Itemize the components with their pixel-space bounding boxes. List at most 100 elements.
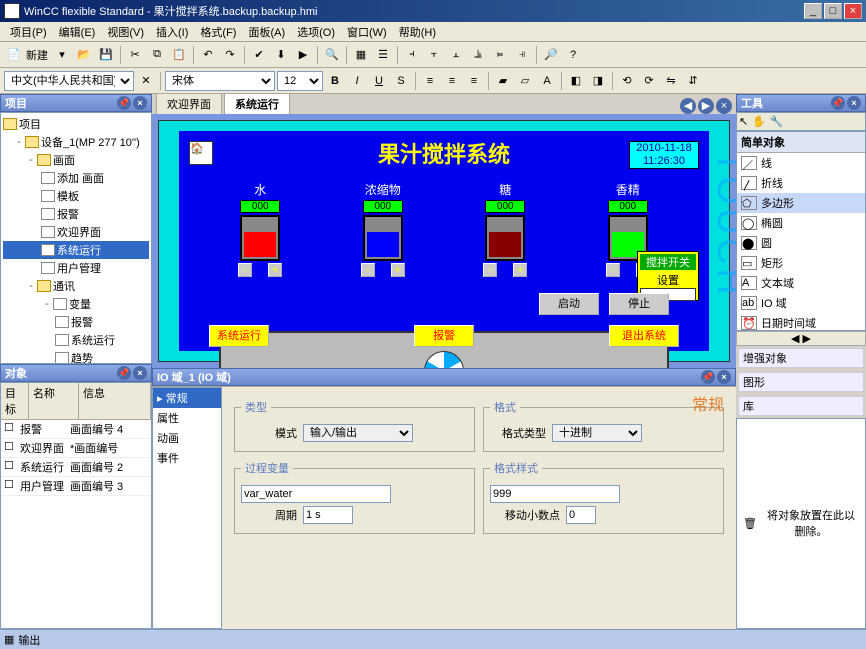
start-button[interactable]: 启动 [539,293,599,315]
menu-insert[interactable]: 插入(I) [150,22,194,42]
tool-rect[interactable]: ▭矩形 [737,253,865,273]
grid-icon[interactable]: ▦ [351,45,371,65]
menu-edit[interactable]: 编辑(E) [53,22,102,42]
tool-iofield[interactable]: abIO 域 [737,293,865,313]
project-close-icon[interactable]: × [133,96,147,110]
exit-button[interactable]: 退出系统 [609,325,679,347]
tree-tag-trend[interactable]: 趋势 [71,350,93,364]
objects-col-info[interactable]: 信息 [79,383,151,419]
tree-screens[interactable]: 画面 [53,152,75,168]
screen-canvas[interactable]: TOUCH 🏠 果汁搅拌系统 2010-11-1811:26:30 水000 -… [158,120,730,362]
paste-button[interactable]: 📋 [169,45,189,65]
objects-row[interactable]: ☐系统运行画面编号 2 [1,458,151,477]
format-pattern-input[interactable] [490,485,620,503]
stop-button[interactable]: 停止 [609,293,669,315]
prop-tab-anim[interactable]: 动画 [153,428,221,448]
sysrun-button[interactable]: 系统运行 [209,325,269,347]
rotate-right-icon[interactable]: ⟳ [639,71,659,91]
italic-button[interactable]: I [347,71,367,91]
align-right-icon[interactable]: ⫠ [446,45,466,65]
save-button[interactable]: 💾 [96,45,116,65]
process-var-input[interactable] [241,485,391,503]
tools-close-icon[interactable]: × [847,96,861,110]
alarm-button[interactable]: 报警 [414,325,474,347]
tool-polyline[interactable]: 〳折线 [737,173,865,193]
align-middle-icon[interactable]: ⫢ [490,45,510,65]
period-input[interactable] [303,506,353,524]
find-button[interactable]: 🔍 [322,45,342,65]
line-color-icon[interactable]: ▱ [515,71,535,91]
tool-ellipse[interactable]: ◯椭圆 [737,213,865,233]
run-button[interactable]: ▶ [293,45,313,65]
tree-root[interactable]: 项目 [19,116,41,132]
tool-datetime[interactable]: ⏰日期时间域 [737,313,865,331]
prop-close-icon[interactable]: × [717,370,731,384]
tab-sysrun[interactable]: 系统运行 [224,93,290,114]
tools-pin-icon[interactable]: 📌 [831,96,845,110]
tank3-minus[interactable]: - [483,263,497,277]
tab-welcome[interactable]: 欢迎界面 [156,93,222,114]
text-align-center-icon[interactable]: ≡ [442,71,462,91]
font-size-select[interactable]: 12 [277,71,323,91]
tank4-minus[interactable]: - [606,263,620,277]
prop-category-list[interactable]: ▸ 常规 属性 动画 事件 [152,387,222,629]
objects-pin-icon[interactable]: 📌 [117,366,131,380]
redo-button[interactable]: ↷ [220,45,240,65]
tank3-plus[interactable]: + [513,263,527,277]
objects-row[interactable]: ☐用户管理画面编号 3 [1,477,151,496]
align-left-icon[interactable]: ⫞ [402,45,422,65]
zoom-icon[interactable]: 🔎 [541,45,561,65]
text-color-icon[interactable]: A [537,71,557,91]
tab-prev-icon[interactable]: ◀ [680,98,696,114]
close-button[interactable]: × [844,3,862,19]
maximize-button[interactable]: □ [824,3,842,19]
objects-list[interactable]: 目标 名称 信息 ☐报警画面编号 4 ☐欢迎界面*画面编号 ☐系统运行画面编号 … [0,382,152,630]
rotate-left-icon[interactable]: ⟲ [617,71,637,91]
output-panel-header[interactable]: ▦输出 [0,629,866,649]
tank1-plus[interactable]: + [268,263,282,277]
flip-h-icon[interactable]: ⇋ [661,71,681,91]
objects-col-name[interactable]: 名称 [29,383,79,419]
prop-pin-icon[interactable]: 📌 [701,370,715,384]
pointer-tool-icon[interactable]: ↖ [739,115,748,128]
open-button[interactable]: 📂 [74,45,94,65]
locale-select[interactable]: 中文(中华人民共和国) [4,71,134,91]
underline-button[interactable]: U [369,71,389,91]
prop-tab-general[interactable]: ▸ 常规 [153,388,221,408]
menu-help[interactable]: 帮助(H) [393,22,442,42]
tool-line[interactable]: ／线 [737,153,865,173]
new-dropdown-icon[interactable]: ▾ [52,45,72,65]
tree-tags[interactable]: 变量 [69,296,91,312]
tree-sysrun[interactable]: 系统运行 [57,242,101,258]
objects-close-icon[interactable]: × [133,366,147,380]
fill-color-icon[interactable]: ▰ [493,71,513,91]
menu-window[interactable]: 窗口(W) [341,22,393,42]
align-center-icon[interactable]: ⫟ [424,45,444,65]
tree-welcome[interactable]: 欢迎界面 [57,224,101,240]
tank2-minus[interactable]: - [361,263,375,277]
tree-tag-alarm[interactable]: 报警 [71,314,93,330]
project-tree[interactable]: 项目 -设备_1(MP 277 10'') -画面 添加 画面 模板 报警 欢迎… [0,112,152,364]
tree-tag-sysrun[interactable]: 系统运行 [71,332,115,348]
objects-row[interactable]: ☐欢迎界面*画面编号 [1,439,151,458]
menu-format[interactable]: 格式(F) [194,22,242,42]
tools-cat-adv[interactable]: 增强对象 [738,348,864,368]
library-drop-zone[interactable]: 🗑将对象放置在此以删除。 [736,418,866,630]
locale-clear-icon[interactable]: ✕ [136,71,156,91]
format-type-select[interactable]: 十进制 [552,424,642,442]
tree-alarm-screen[interactable]: 报警 [57,206,79,222]
help-icon[interactable]: ? [563,45,583,65]
tank1-minus[interactable]: - [238,263,252,277]
send-back-icon[interactable]: ◨ [588,71,608,91]
mode-select[interactable]: 输入/输出 [303,424,413,442]
download-button[interactable]: ⬇ [271,45,291,65]
menu-view[interactable]: 视图(V) [101,22,150,42]
home-icon[interactable]: 🏠 [189,141,213,165]
layers-icon[interactable]: ☰ [373,45,393,65]
bring-front-icon[interactable]: ◧ [566,71,586,91]
tools-cat-lib[interactable]: 库 [738,396,864,416]
objects-row[interactable]: ☐报警画面编号 4 [1,420,151,439]
font-family-select[interactable]: 宋体 [165,71,275,91]
copy-button[interactable]: ⧉ [147,45,167,65]
prop-tab-events[interactable]: 事件 [153,448,221,468]
